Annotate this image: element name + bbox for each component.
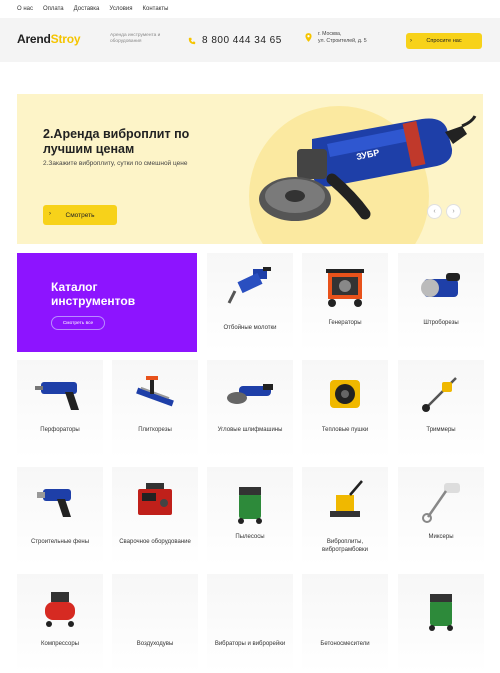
plate-compactor-icon	[330, 480, 363, 517]
category-label: Воздуходувы	[136, 641, 174, 647]
category-card-hot-air-guns[interactable]: Строительные фены	[17, 467, 103, 566]
category-label: Строительные фены	[30, 539, 90, 545]
category-label: Вибраторы и виброрейки	[214, 641, 286, 647]
view-all-button[interactable]: Смотреть все	[51, 316, 105, 330]
catalog-title: Каталог инструментов	[51, 280, 135, 308]
category-card-wall-chasers[interactable]: Штроборезы	[398, 253, 484, 352]
address-street: ул. Строителей, д. 5	[318, 38, 367, 44]
heat-gun-icon	[330, 380, 360, 408]
chevron-right-icon: ›	[410, 38, 412, 44]
chevron-left-icon: ‹	[433, 208, 436, 215]
next-slide-button[interactable]: ›	[446, 204, 461, 219]
ask-us-label: Спросите нас	[426, 38, 462, 44]
hot-air-gun-icon	[37, 489, 71, 517]
welder-icon	[138, 483, 172, 515]
category-card-concrete-mixers[interactable]: Бетоносмесители	[302, 574, 388, 673]
nav-terms[interactable]: Условия	[109, 6, 132, 12]
wall-chaser-icon	[421, 273, 460, 297]
compressor-icon	[45, 592, 75, 627]
mixer-icon	[422, 483, 460, 523]
phone-block[interactable]: 8 800 444 34 65	[188, 35, 282, 46]
nav-delivery[interactable]: Доставка	[74, 6, 100, 12]
jackhammer-icon	[227, 267, 271, 304]
category-label: Плиткорезы	[138, 427, 172, 433]
category-card-mixers[interactable]: Миксеры	[398, 467, 484, 566]
category-card-rotary-hammers[interactable]: Перфораторы	[17, 360, 103, 459]
watch-label: Смотреть	[65, 211, 95, 219]
category-label: Миксеры	[428, 534, 454, 540]
category-card-vacuums-2[interactable]	[398, 574, 484, 673]
category-label: Бетоносмесители	[320, 641, 370, 647]
category-label: Штроборезы	[423, 320, 459, 326]
tile-cutter-icon	[136, 376, 174, 407]
phone-icon	[188, 37, 196, 44]
hero-slider: 2.Аренда виброплит по лучшим ценам 2.Зак…	[17, 94, 483, 244]
ask-us-button[interactable]: › Спросите нас	[406, 33, 482, 49]
rotary-hammer-icon	[35, 382, 79, 410]
site-header: ArendStroy Аренда инструмента и оборудов…	[0, 18, 500, 62]
category-label: Перфораторы	[40, 427, 80, 433]
category-card-blowers[interactable]: Воздуходувы	[112, 574, 198, 673]
category-card-trimmers[interactable]: Триммеры	[398, 360, 484, 459]
logo-main: Arend	[17, 32, 51, 46]
angle-grinder-icon	[227, 384, 273, 404]
category-card-vacuums[interactable]: Пылесосы	[207, 467, 293, 566]
chevron-right-icon: ›	[49, 211, 51, 217]
category-label: Отбойные молотки	[223, 325, 277, 331]
category-label: Угловые шлифмашины	[217, 427, 283, 433]
category-card-tile-cutters[interactable]: Плиткорезы	[112, 360, 198, 459]
hero-subtitle: 2.Закажите виброплиту, сутки по смешной …	[43, 160, 188, 167]
category-card-vibrators[interactable]: Вибраторы и виброрейки	[207, 574, 293, 673]
category-card-heat-cannons[interactable]: Тепловые пушки	[302, 360, 388, 459]
category-card-plate-compactors[interactable]: Виброплиты, вибротрамбовки	[302, 467, 388, 566]
location-pin-icon	[305, 33, 312, 42]
category-card-jackhammers[interactable]: Отбойные молотки	[207, 253, 293, 352]
category-label: Виброплиты, вибротрамбовки	[322, 539, 368, 553]
top-navigation: О нас Оплата Доставка Условия Контакты	[0, 0, 500, 18]
catalog-title-line2: инструментов	[51, 294, 136, 308]
category-card-generators[interactable]: Генераторы	[302, 253, 388, 352]
logo[interactable]: ArendStroy	[17, 32, 81, 46]
slider-arrows: ‹ ›	[427, 204, 461, 219]
catalog-title-line1: Каталог	[51, 280, 98, 294]
chevron-right-icon: ›	[452, 208, 455, 215]
watch-button[interactable]: › Смотреть	[43, 205, 117, 225]
category-label: Триммеры	[426, 427, 456, 433]
vacuum-icon	[429, 594, 453, 631]
hero-title: 2.Аренда виброплит по лучшим ценам	[43, 127, 190, 156]
vacuum-icon	[238, 487, 262, 524]
nav-contacts[interactable]: Контакты	[143, 6, 169, 12]
category-label: Тепловые пушки	[321, 427, 369, 433]
category-label: Генераторы	[328, 320, 362, 326]
logo-accent: Stroy	[50, 32, 81, 46]
nav-payment[interactable]: Оплата	[43, 6, 64, 12]
address-block: г. Москва, ул. Строителей, д. 5	[305, 31, 367, 45]
category-label: Сварочное оборудование	[119, 539, 191, 545]
category-card-compressors[interactable]: Компрессоры	[17, 574, 103, 673]
generator-icon	[326, 269, 364, 307]
category-label: Пылесосы	[235, 534, 265, 540]
catalog-banner[interactable]: Каталог инструментов Смотреть все	[17, 253, 197, 352]
phone-number[interactable]: 8 800 444 34 65	[202, 35, 282, 46]
category-card-welding-equipment[interactable]: Сварочное оборудование	[112, 467, 198, 566]
address-city: г. Москва,	[318, 31, 342, 37]
category-card-angle-grinders[interactable]: Угловые шлифмашины	[207, 360, 293, 459]
prev-slide-button[interactable]: ‹	[427, 204, 442, 219]
nav-about[interactable]: О нас	[17, 6, 33, 12]
tagline: Аренда инструмента и оборудования	[110, 33, 161, 44]
trimmer-icon	[422, 377, 457, 412]
category-label: Компрессоры	[41, 641, 79, 647]
